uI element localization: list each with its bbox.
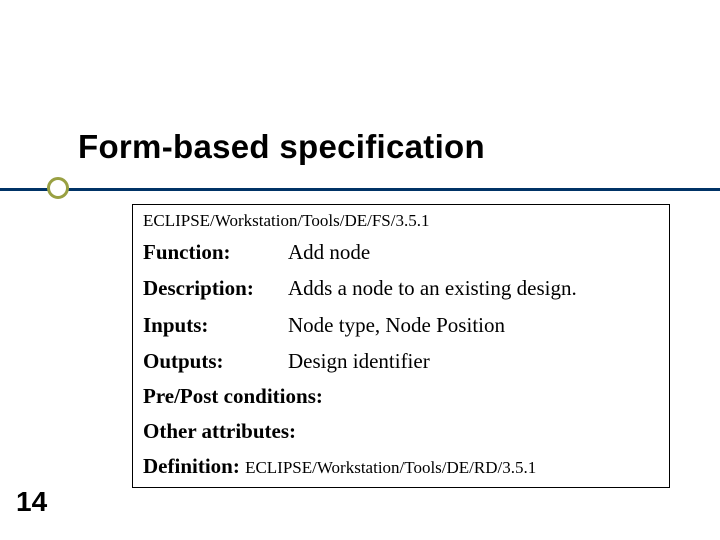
slide: Form-based specification ECLIPSE/Worksta…: [0, 0, 720, 540]
form-row-prepost: Pre/Post conditions:: [143, 384, 659, 409]
slide-title: Form-based specification: [78, 128, 485, 166]
form-specification-box: ECLIPSE/Workstation/Tools/DE/FS/3.5.1 Fu…: [132, 204, 670, 488]
page-number: 14: [16, 486, 47, 518]
bullet-icon: [47, 177, 69, 199]
title-underline: [0, 188, 720, 191]
form-row-function: Function: Add node: [143, 239, 659, 265]
label-outputs: Outputs:: [143, 348, 288, 374]
form-row-outputs: Outputs: Design identifier: [143, 348, 659, 374]
value-definition: ECLIPSE/Workstation/Tools/DE/RD/3.5.1: [245, 458, 536, 477]
value-outputs: Design identifier: [288, 348, 659, 374]
form-row-other-attrs: Other attributes:: [143, 419, 659, 444]
label-description: Description:: [143, 275, 288, 301]
label-definition: Definition:: [143, 454, 245, 478]
form-header: ECLIPSE/Workstation/Tools/DE/FS/3.5.1: [143, 211, 659, 231]
value-function: Add node: [288, 239, 659, 265]
label-inputs: Inputs:: [143, 312, 288, 338]
form-row-description: Description: Adds a node to an existing …: [143, 275, 659, 301]
value-inputs: Node type, Node Position: [288, 312, 659, 338]
value-description: Adds a node to an existing design.: [288, 275, 659, 301]
form-row-inputs: Inputs: Node type, Node Position: [143, 312, 659, 338]
form-row-definition: Definition: ECLIPSE/Workstation/Tools/DE…: [143, 454, 659, 479]
label-function: Function:: [143, 239, 288, 265]
